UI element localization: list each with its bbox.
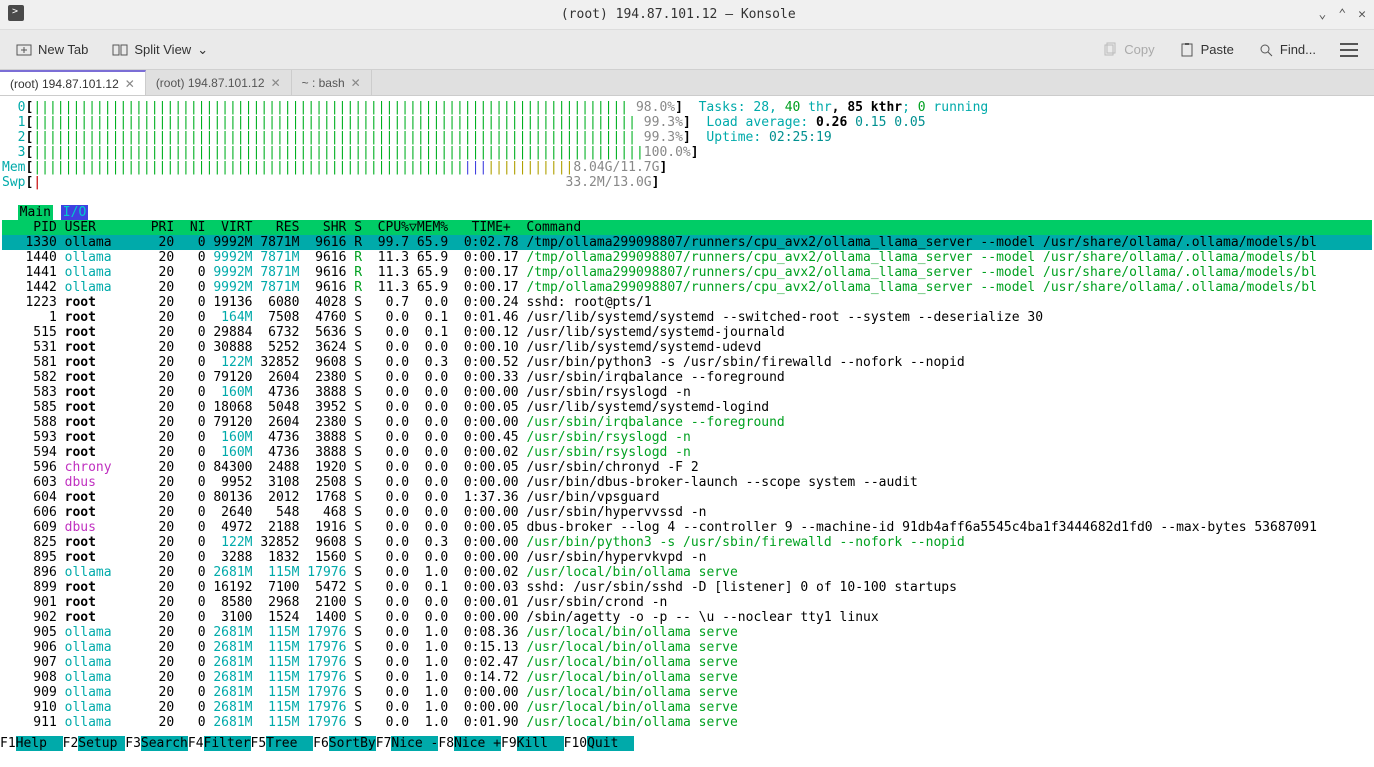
process-row[interactable]: 911 ollama 20 0 2681M 115M 17976 S 0.0 1… [2, 715, 738, 730]
tab-strip: (root) 194.87.101.12✕(root) 194.87.101.1… [0, 70, 1374, 96]
process-row[interactable]: 1442 ollama 20 0 9992M 7871M 9616 R 11.3… [2, 280, 1317, 295]
maximize-icon[interactable]: ⌃ [1338, 7, 1346, 22]
process-row[interactable]: 596 chrony 20 0 84300 2488 1920 S 0.0 0.… [2, 460, 699, 475]
app-icon [8, 5, 38, 25]
paste-button[interactable]: Paste [1173, 38, 1240, 62]
process-row[interactable]: 906 ollama 20 0 2681M 115M 17976 S 0.0 1… [2, 640, 738, 655]
toolbar: New Tab Split View ⌄ Copy Paste Find... [0, 30, 1374, 70]
process-row[interactable]: 583 root 20 0 160M 4736 3888 S 0.0 0.0 0… [2, 385, 691, 400]
process-row-selected[interactable]: 1330 ollama 20 0 9992M 7871M 9616 R 99.7… [2, 235, 1372, 250]
find-icon [1258, 42, 1274, 58]
window-title: (root) 194.87.101.12 — Konsole [38, 7, 1319, 22]
process-row[interactable]: 902 root 20 0 3100 1524 1400 S 0.0 0.0 0… [2, 610, 879, 625]
process-row[interactable]: 1440 ollama 20 0 9992M 7871M 9616 R 11.3… [2, 250, 1317, 265]
process-row[interactable]: 581 root 20 0 122M 32852 9608 S 0.0 0.3 … [2, 355, 965, 370]
process-row[interactable]: 908 ollama 20 0 2681M 115M 17976 S 0.0 1… [2, 670, 738, 685]
process-row[interactable]: 896 ollama 20 0 2681M 115M 17976 S 0.0 1… [2, 565, 738, 580]
terminal-tab[interactable]: (root) 194.87.101.12 ✕ [146, 70, 292, 95]
process-row[interactable]: 593 root 20 0 160M 4736 3888 S 0.0 0.0 0… [2, 430, 691, 445]
tab-label: (root) 194.87.101.12 [10, 77, 119, 91]
terminal-content[interactable]: 0[||||||||||||||||||||||||||||||||||||||… [0, 96, 1374, 751]
paste-icon [1179, 42, 1195, 58]
process-row[interactable]: 515 root 20 0 29884 6732 5636 S 0.0 0.1 … [2, 325, 785, 340]
close-icon[interactable]: ✕ [1358, 7, 1366, 22]
process-row[interactable]: 907 ollama 20 0 2681M 115M 17976 S 0.0 1… [2, 655, 738, 670]
new-tab-icon [16, 42, 32, 58]
process-row[interactable]: 825 root 20 0 122M 32852 9608 S 0.0 0.3 … [2, 535, 965, 550]
new-tab-button[interactable]: New Tab [10, 38, 94, 62]
new-tab-label: New Tab [38, 42, 88, 57]
process-row[interactable]: 899 root 20 0 16192 7100 5472 S 0.0 0.1 … [2, 580, 957, 595]
process-row[interactable]: 910 ollama 20 0 2681M 115M 17976 S 0.0 1… [2, 700, 738, 715]
process-row[interactable]: 1441 ollama 20 0 9992M 7871M 9616 R 11.3… [2, 265, 1317, 280]
process-row[interactable]: 905 ollama 20 0 2681M 115M 17976 S 0.0 1… [2, 625, 738, 640]
process-row[interactable]: 609 dbus 20 0 4972 2188 1916 S 0.0 0.0 0… [2, 520, 1317, 535]
find-label: Find... [1280, 42, 1316, 57]
tab-close-icon[interactable]: ✕ [271, 76, 281, 90]
terminal-tab[interactable]: (root) 194.87.101.12 ✕ [0, 70, 146, 95]
process-row[interactable]: 594 root 20 0 160M 4736 3888 S 0.0 0.0 0… [2, 445, 691, 460]
find-button[interactable]: Find... [1252, 38, 1322, 62]
minimize-icon[interactable]: ⌄ [1319, 7, 1327, 22]
window-titlebar: (root) 194.87.101.12 — Konsole ⌄ ⌃ ✕ [0, 0, 1374, 30]
process-row[interactable]: 603 dbus 20 0 9952 3108 2508 S 0.0 0.0 0… [2, 475, 918, 490]
chevron-down-icon: ⌄ [197, 42, 208, 58]
tab-label: (root) 194.87.101.12 [156, 76, 265, 90]
tab-close-icon[interactable]: ✕ [125, 77, 135, 91]
split-view-button[interactable]: Split View ⌄ [106, 38, 214, 62]
process-row[interactable]: 1223 root 20 0 19136 6080 4028 S 0.7 0.0… [2, 295, 652, 310]
copy-label: Copy [1124, 42, 1154, 57]
process-row[interactable]: 895 root 20 0 3288 1832 1560 S 0.0 0.0 0… [2, 550, 706, 565]
copy-button[interactable]: Copy [1096, 38, 1160, 62]
hamburger-icon [1340, 43, 1358, 57]
process-row[interactable]: 909 ollama 20 0 2681M 115M 17976 S 0.0 1… [2, 685, 738, 700]
process-row[interactable]: 582 root 20 0 79120 2604 2380 S 0.0 0.0 … [2, 370, 785, 385]
copy-icon [1102, 42, 1118, 58]
process-row[interactable]: 901 root 20 0 8580 2968 2100 S 0.0 0.0 0… [2, 595, 667, 610]
tab-label: ~ : bash [302, 76, 345, 90]
split-view-icon [112, 42, 128, 58]
process-row[interactable]: 531 root 20 0 30888 5252 3624 S 0.0 0.0 … [2, 340, 761, 355]
paste-label: Paste [1201, 42, 1234, 57]
function-key-bar[interactable]: F1Help F2Setup F3SearchF4FilterF5Tree F6… [0, 736, 1374, 751]
tab-close-icon[interactable]: ✕ [351, 76, 361, 90]
process-row[interactable]: 604 root 20 0 80136 2012 1768 S 0.0 0.0 … [2, 490, 660, 505]
process-row[interactable]: 588 root 20 0 79120 2604 2380 S 0.0 0.0 … [2, 415, 785, 430]
menu-button[interactable] [1334, 39, 1364, 61]
process-row[interactable]: 585 root 20 0 18068 5048 3952 S 0.0 0.0 … [2, 400, 769, 415]
terminal-tab[interactable]: ~ : bash ✕ [292, 70, 372, 95]
process-row[interactable]: 1 root 20 0 164M 7508 4760 S 0.0 0.1 0:0… [2, 310, 1043, 325]
process-row[interactable]: 606 root 20 0 2640 548 468 S 0.0 0.0 0:0… [2, 505, 706, 520]
split-view-label: Split View [134, 42, 191, 57]
